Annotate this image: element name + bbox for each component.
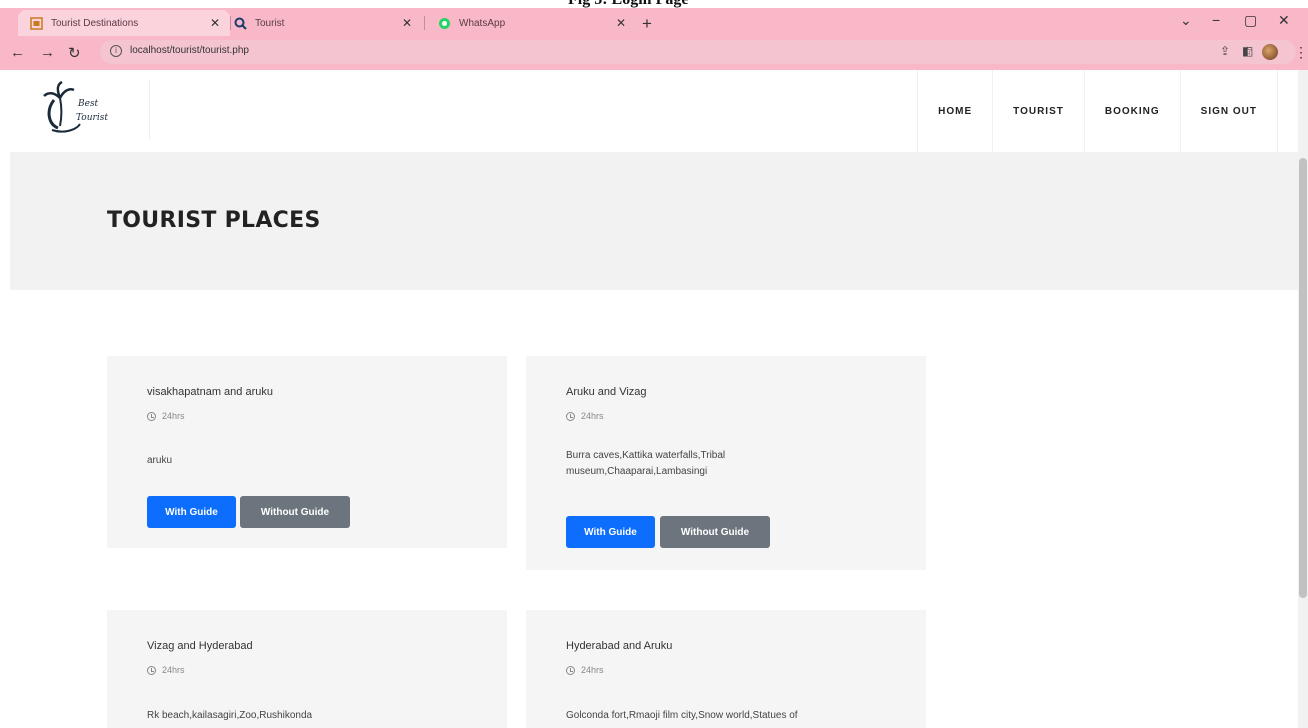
nav-home[interactable]: HOME <box>917 70 992 152</box>
page-scrollbar[interactable] <box>1298 70 1308 728</box>
duration-text: 24hrs <box>581 665 604 675</box>
search-icon <box>234 17 247 30</box>
tour-card: Hyderabad and Aruku 24hrs Golconda fort,… <box>526 610 926 728</box>
browser-toolbar: ← → ↻ i localhost/tourist/tourist.php ⇪ … <box>0 36 1308 70</box>
tab-tourist-destinations[interactable]: Tourist Destinations ✕ <box>18 10 230 36</box>
side-panel-icon[interactable]: ◧ <box>1242 44 1253 58</box>
tour-description: Rk beach,kailasagiri,Zoo,Rushikonda <box>147 710 313 721</box>
tour-description: aruku <box>147 455 173 466</box>
close-tab-icon[interactable]: ✕ <box>616 16 626 30</box>
menu-kebab-icon[interactable]: ⋮ <box>1294 44 1308 61</box>
info-icon[interactable]: i <box>110 45 122 57</box>
restore-icon[interactable]: ▢ <box>1244 12 1257 29</box>
tour-title: Hyderabad and Aruku <box>566 640 673 652</box>
duration-text: 24hrs <box>162 665 185 675</box>
scrollbar-thumb[interactable] <box>1299 158 1307 598</box>
nav-sign-out[interactable]: SIGN OUT <box>1179 70 1278 152</box>
tour-card: Aruku and Vizag 24hrs Burra caves,Kattik… <box>526 356 926 570</box>
share-icon[interactable]: ⇪ <box>1220 44 1230 58</box>
close-window-icon[interactable]: ✕ <box>1278 12 1290 29</box>
without-guide-button[interactable]: Without Guide <box>660 516 770 548</box>
tour-title: Aruku and Vizag <box>566 386 647 398</box>
minimize-icon[interactable]: − <box>1212 12 1220 28</box>
profile-avatar[interactable] <box>1262 44 1278 60</box>
clock-icon <box>147 411 156 421</box>
tour-card: visakhapatnam and aruku 24hrs aruku With… <box>107 356 507 548</box>
tour-duration: 24hrs <box>147 665 185 675</box>
address-bar[interactable]: i localhost/tourist/tourist.php ⇪ ☆ <box>100 40 1296 64</box>
forward-arrow-icon[interactable]: → <box>40 44 55 61</box>
web-page: Best Tourist HOME TOURIST BOOKING SIGN O… <box>10 70 1298 728</box>
url-text[interactable]: localhost/tourist/tourist.php <box>130 45 249 56</box>
tour-title: Vizag and Hyderabad <box>147 640 253 652</box>
tab-title: WhatsApp <box>459 17 506 29</box>
close-tab-icon[interactable]: ✕ <box>402 16 412 30</box>
with-guide-button[interactable]: With Guide <box>566 516 655 548</box>
site-navbar: Best Tourist HOME TOURIST BOOKING SIGN O… <box>10 70 1298 152</box>
without-guide-button[interactable]: Without Guide <box>240 496 350 528</box>
clock-icon <box>566 411 575 421</box>
page-title: TOURIST PLACES <box>107 208 321 233</box>
svg-text:Best: Best <box>77 99 99 109</box>
site-logo[interactable]: Best Tourist <box>40 80 150 140</box>
tab-title: Tourist Destinations <box>51 17 139 29</box>
svg-text:Tourist: Tourist <box>76 113 108 123</box>
tab-title: Tourist <box>255 17 285 29</box>
tab-strip: Tourist Destinations ✕ Tourist ✕ WhatsAp… <box>0 8 1308 36</box>
tour-duration: 24hrs <box>147 411 185 421</box>
clock-icon <box>566 665 575 675</box>
chevron-down-icon[interactable]: ⌄ <box>1180 12 1192 29</box>
palm-tree-logo-icon: Best Tourist <box>43 80 108 133</box>
main-nav: HOME TOURIST BOOKING SIGN OUT <box>917 70 1278 152</box>
reload-icon[interactable]: ↻ <box>68 44 81 62</box>
tour-card: Vizag and Hyderabad 24hrs Rk beach,kaila… <box>107 610 507 728</box>
tab-divider <box>424 16 425 30</box>
page-header: TOURIST PLACES <box>10 152 1298 290</box>
new-tab-icon[interactable]: + <box>642 14 652 34</box>
browser-chrome: Tourist Destinations ✕ Tourist ✕ WhatsAp… <box>0 8 1308 70</box>
tab-tourist[interactable]: Tourist ✕ <box>222 10 422 36</box>
clock-icon <box>147 665 156 675</box>
tour-title: visakhapatnam and aruku <box>147 386 273 398</box>
close-tab-icon[interactable]: ✕ <box>210 16 220 30</box>
duration-text: 24hrs <box>581 411 604 421</box>
tab-whatsapp[interactable]: WhatsApp ✕ <box>426 10 636 36</box>
with-guide-button[interactable]: With Guide <box>147 496 236 528</box>
tour-duration: 24hrs <box>566 411 604 421</box>
tour-description: Golconda fort,Rmaoji film city,Snow worl… <box>566 710 798 721</box>
back-arrow-icon[interactable]: ← <box>10 44 25 61</box>
duration-text: 24hrs <box>162 411 185 421</box>
whatsapp-icon <box>438 17 451 30</box>
nav-tourist[interactable]: TOURIST <box>992 70 1084 152</box>
nav-booking[interactable]: BOOKING <box>1083 70 1180 152</box>
tour-duration: 24hrs <box>566 665 604 675</box>
page-favicon-icon <box>30 16 43 30</box>
tour-description: Burra caves,Kattika waterfalls,Tribal mu… <box>566 450 726 477</box>
